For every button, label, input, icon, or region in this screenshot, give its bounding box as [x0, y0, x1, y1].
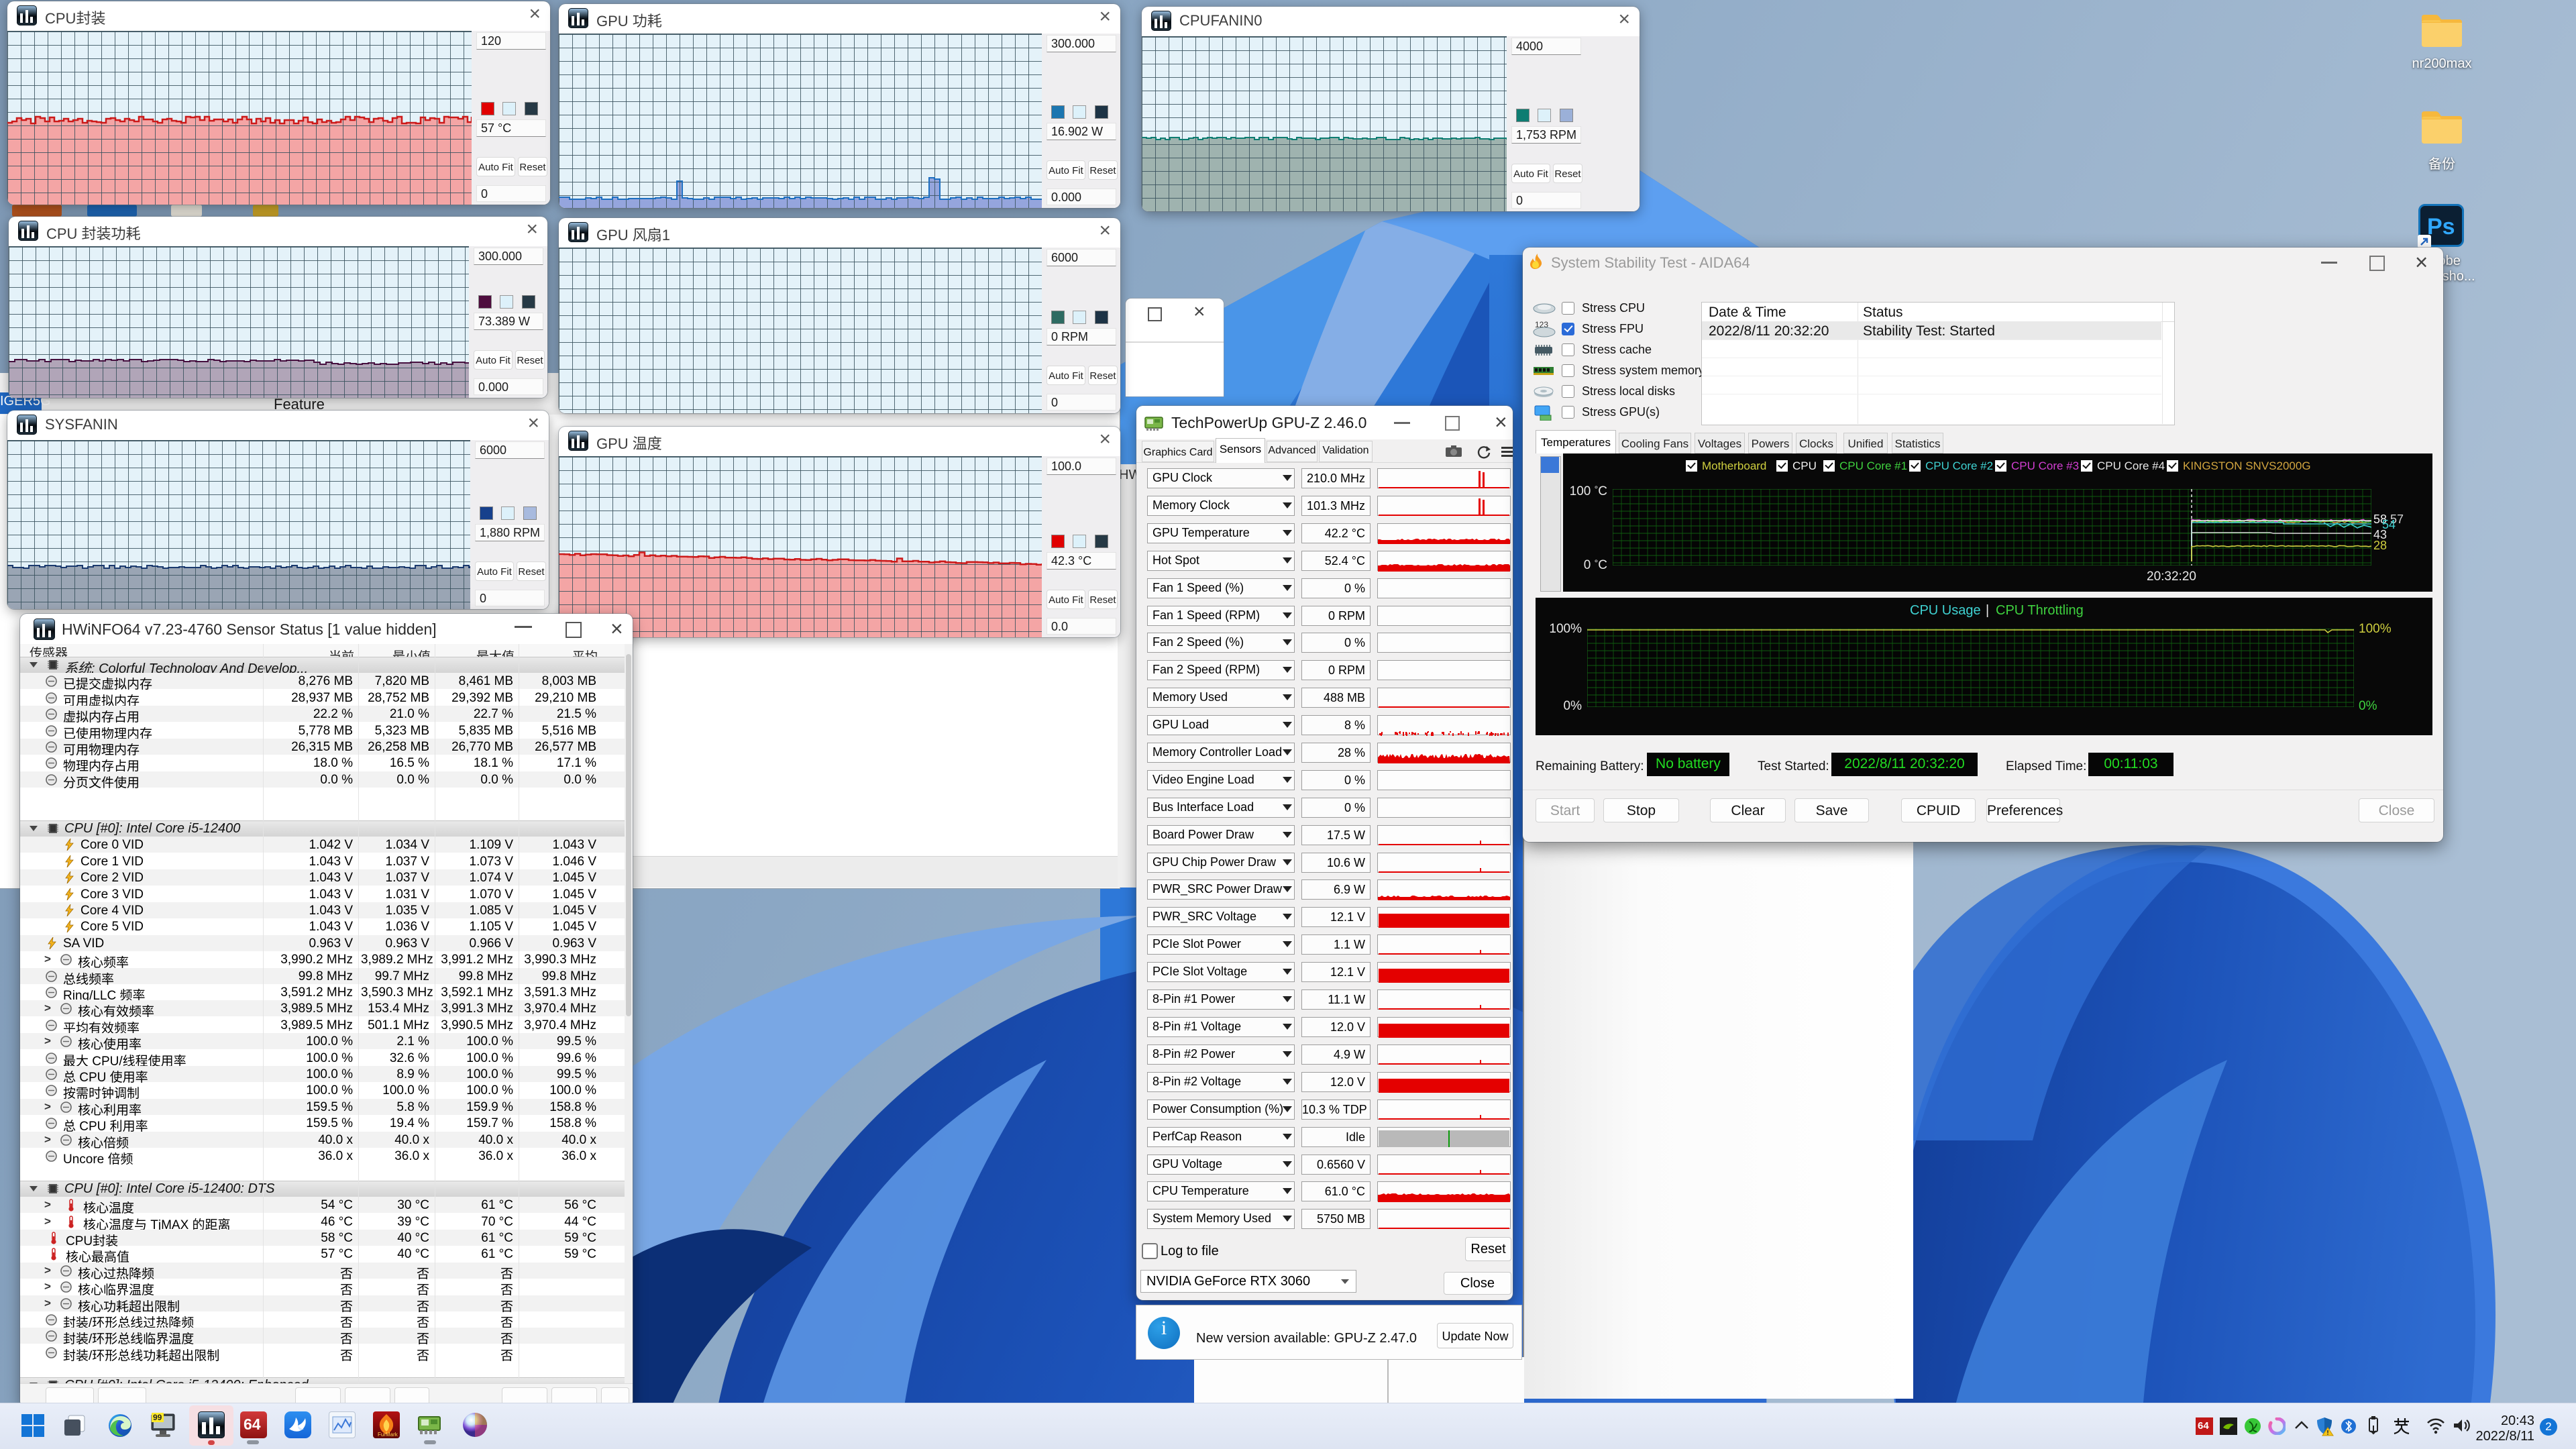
- svg-text:99: 99: [153, 1413, 162, 1422]
- svg-text:FurMark: FurMark: [378, 1432, 398, 1438]
